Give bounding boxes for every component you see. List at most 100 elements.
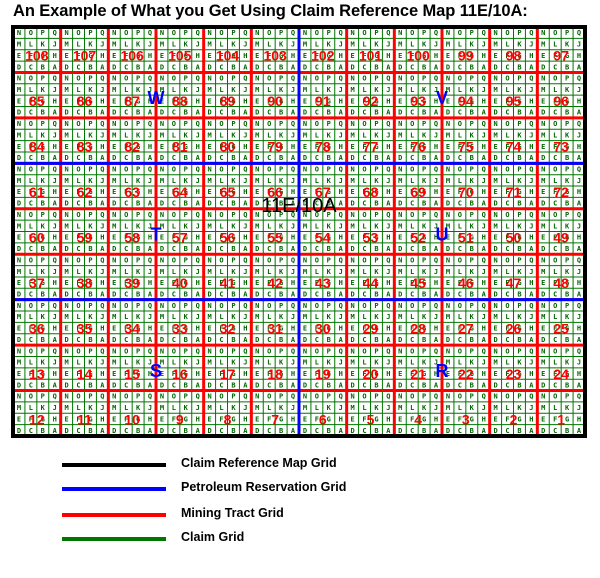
claim-letter: B <box>136 381 140 389</box>
claim-letter: E <box>351 415 355 423</box>
claim-letter: C <box>219 200 223 208</box>
tract-number: 106 <box>120 48 144 64</box>
claim-letter: C <box>76 427 80 435</box>
tract-number: 15 <box>124 366 140 382</box>
claim-letter: M <box>65 359 69 367</box>
claim-letter: N <box>255 347 259 355</box>
claim-letter: E <box>541 415 545 423</box>
claim-letter: N <box>17 211 21 219</box>
claim-letter: D <box>303 427 307 435</box>
claim-letter: M <box>160 177 164 185</box>
claim-letter: B <box>565 63 569 71</box>
claim-letter: Q <box>339 166 343 174</box>
claim-letter: B <box>41 427 45 435</box>
claim-letter: E <box>398 234 402 242</box>
claim-letter: N <box>112 302 116 310</box>
claim-letter: N <box>494 211 498 219</box>
claim-letter: N <box>208 256 212 264</box>
claim-letter: A <box>243 290 248 298</box>
claim-letter: N <box>255 211 259 219</box>
claim-letter: B <box>41 63 45 71</box>
claim-letter: A <box>529 290 534 298</box>
claim-letter: A <box>196 63 201 71</box>
claim-letter: Q <box>482 393 486 401</box>
claim-letter: O <box>76 393 80 401</box>
claim-letter: N <box>160 393 164 401</box>
claim-letter: N <box>351 75 355 83</box>
claim-letter: E <box>208 370 212 378</box>
tract-number: 98 <box>506 48 522 64</box>
claim-letter: N <box>160 347 164 355</box>
claim-letter: B <box>422 154 426 162</box>
claim-letter: C <box>553 336 557 344</box>
claim-letter: O <box>410 29 414 37</box>
claim-letter: P <box>184 256 188 264</box>
claim-letter: D <box>398 381 402 389</box>
claim-letter: B <box>279 336 283 344</box>
tract-number: 37 <box>29 275 45 291</box>
claim-letter: C <box>315 336 319 344</box>
tract-number: 45 <box>410 275 426 291</box>
claim-letter: A <box>196 200 201 208</box>
claim-letter: A <box>53 336 58 344</box>
claim-letter: C <box>172 290 176 298</box>
claim-letter: N <box>541 75 545 83</box>
claim-letter: M <box>160 131 164 139</box>
claim-letter: H <box>100 188 104 196</box>
legend-label: Petroleum Reservation Grid <box>181 480 347 494</box>
claim-letter: D <box>303 245 307 253</box>
claim-letter: C <box>553 154 557 162</box>
claim-letter: E <box>112 52 116 60</box>
claim-letter: P <box>88 29 92 37</box>
claim-letter: N <box>65 302 69 310</box>
tract-number: 16 <box>172 366 188 382</box>
claim-letter: O <box>410 347 414 355</box>
tract-number: 12 <box>29 411 45 427</box>
claim-letter: H <box>100 279 104 287</box>
tract-number: 102 <box>311 48 335 64</box>
claim-letter: M <box>17 222 21 230</box>
claim-letter: O <box>219 166 223 174</box>
claim-letter: A <box>577 336 582 344</box>
claim-letter: O <box>219 347 223 355</box>
claim-letter: B <box>517 381 521 389</box>
claim-letter: A <box>434 381 439 389</box>
claim-letter: O <box>29 211 33 219</box>
claim-letter: O <box>172 211 176 219</box>
claim-letter: B <box>136 200 140 208</box>
claim-letter: B <box>41 154 45 162</box>
claim-letter: D <box>208 336 212 344</box>
claim-letter: A <box>100 154 105 162</box>
claim-letter: N <box>494 256 498 264</box>
claim-letter: O <box>362 256 366 264</box>
tract-number: 79 <box>267 139 283 155</box>
claim-letter: E <box>208 143 212 151</box>
claim-letter: C <box>219 427 223 435</box>
claim-letter: J <box>53 404 57 412</box>
claim-letter: N <box>160 120 164 128</box>
claim-letter: B <box>422 245 426 253</box>
claim-letter: M <box>446 404 450 412</box>
claim-letter: P <box>422 211 426 219</box>
claim-letter: M <box>303 131 307 139</box>
claim-letter: E <box>398 279 402 287</box>
legend-swatch-red <box>62 513 166 517</box>
claim-letter: O <box>362 211 366 219</box>
claim-letter: C <box>219 381 223 389</box>
claim-letter: J <box>339 131 343 139</box>
claim-letter: N <box>398 211 402 219</box>
tract-number: 64 <box>172 184 188 200</box>
claim-letter: E <box>255 52 259 60</box>
claim-letter: P <box>517 211 521 219</box>
claim-letter: O <box>267 75 271 83</box>
tract-number: 40 <box>172 275 188 291</box>
claim-letter: M <box>541 222 545 230</box>
claim-letter: A <box>339 290 344 298</box>
claim-letter: G <box>327 415 331 423</box>
claim-letter: O <box>458 211 462 219</box>
claim-letter: M <box>17 268 21 276</box>
claim-letter: N <box>208 393 212 401</box>
claim-letter: M <box>351 177 355 185</box>
claim-letter: A <box>53 63 58 71</box>
claim-letter: D <box>541 63 545 71</box>
